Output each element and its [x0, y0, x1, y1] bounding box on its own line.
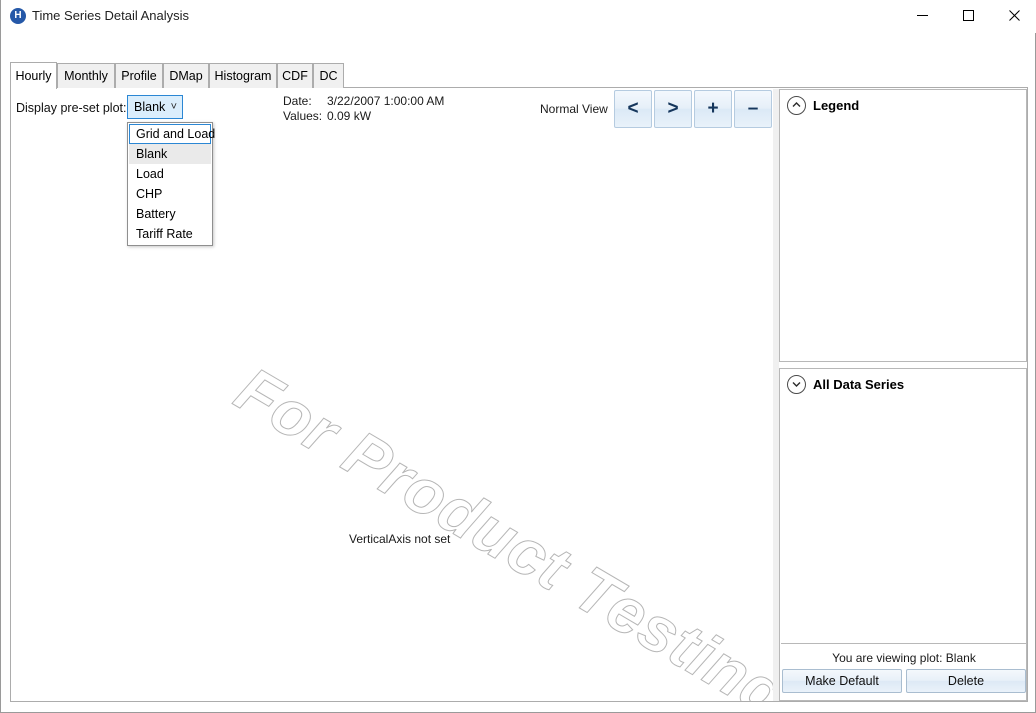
- tab-cdf[interactable]: CDF: [277, 63, 313, 88]
- tab-dc[interactable]: DC: [313, 63, 344, 88]
- chevron-down-icon: ˅: [171, 100, 177, 114]
- preset-plot-combobox[interactable]: Blank ˅: [127, 95, 183, 119]
- panel-divider: [781, 643, 1027, 644]
- dropdown-option-tariff-rate[interactable]: Tariff Rate: [129, 224, 211, 244]
- delete-button[interactable]: Delete: [906, 669, 1026, 693]
- viewing-plot-status: You are viewing plot: Blank: [780, 651, 1028, 665]
- app-icon: H: [10, 8, 26, 24]
- application-window: H Time Series Detail Analysis Hourly Mon…: [0, 0, 1036, 713]
- chevron-down-icon[interactable]: [787, 375, 806, 394]
- readout-values-row: Values: 0.09 kW: [283, 109, 444, 124]
- tab-histogram[interactable]: Histogram: [209, 63, 277, 88]
- all-data-series-panel: All Data Series You are viewing plot: Bl…: [779, 368, 1027, 701]
- dropdown-option-load[interactable]: Load: [129, 164, 211, 184]
- watermark-text: For Product Testing Only!: [223, 352, 773, 701]
- dropdown-option-grid-and-load[interactable]: Grid and Load: [129, 124, 211, 144]
- title-bar: H Time Series Detail Analysis: [1, 0, 1036, 33]
- previous-button[interactable]: <: [614, 90, 652, 128]
- tab-bar: Hourly Monthly Profile DMap Histogram CD…: [10, 62, 1028, 88]
- legend-header[interactable]: Legend: [780, 90, 1026, 120]
- make-default-button[interactable]: Make Default: [782, 669, 902, 693]
- preset-plot-label: Display pre-set plot:: [16, 101, 126, 115]
- all-data-series-title: All Data Series: [813, 377, 904, 392]
- legend-panel: Legend: [779, 89, 1027, 362]
- minimize-icon: [917, 10, 928, 21]
- cursor-readout: Date: 3/22/2007 1:00:00 AM Values: 0.09 …: [283, 94, 444, 124]
- preset-plot-value: Blank: [134, 96, 165, 118]
- legend-title: Legend: [813, 98, 859, 113]
- close-icon: [1009, 10, 1020, 21]
- window-title: Time Series Detail Analysis: [32, 8, 189, 24]
- minimize-button[interactable]: [899, 0, 945, 31]
- vertical-axis-message: VerticalAxis not set: [349, 532, 450, 546]
- zoom-out-button[interactable]: –: [734, 90, 772, 128]
- dropdown-option-chp[interactable]: CHP: [129, 184, 211, 204]
- tab-monthly[interactable]: Monthly: [57, 63, 115, 88]
- tab-hourly[interactable]: Hourly: [10, 62, 57, 89]
- close-button[interactable]: [991, 0, 1036, 31]
- plot-canvas[interactable]: For Product Testing Only! VerticalAxis n…: [11, 130, 773, 701]
- readout-date-value: 3/22/2007 1:00:00 AM: [327, 94, 444, 109]
- maximize-button[interactable]: [945, 0, 991, 31]
- readout-date-label: Date:: [283, 94, 327, 109]
- zoom-in-button[interactable]: +: [694, 90, 732, 128]
- preset-plot-dropdown-list[interactable]: Grid and Load Blank Load CHP Battery Tar…: [127, 122, 213, 246]
- view-mode-label: Normal View: [540, 102, 608, 116]
- readout-values-value: 0.09 kW: [327, 109, 371, 124]
- dropdown-option-battery[interactable]: Battery: [129, 204, 211, 224]
- all-data-series-header[interactable]: All Data Series: [780, 369, 1026, 399]
- tab-profile[interactable]: Profile: [115, 63, 163, 88]
- readout-values-label: Values:: [283, 109, 327, 124]
- readout-date-row: Date: 3/22/2007 1:00:00 AM: [283, 94, 444, 109]
- right-side-panel: Legend All Data Series You are viewing p…: [779, 89, 1027, 701]
- next-button[interactable]: >: [654, 90, 692, 128]
- maximize-icon: [963, 10, 974, 21]
- chevron-up-icon[interactable]: [787, 96, 806, 115]
- tab-dmap[interactable]: DMap: [163, 63, 209, 88]
- dropdown-option-blank[interactable]: Blank: [129, 144, 211, 164]
